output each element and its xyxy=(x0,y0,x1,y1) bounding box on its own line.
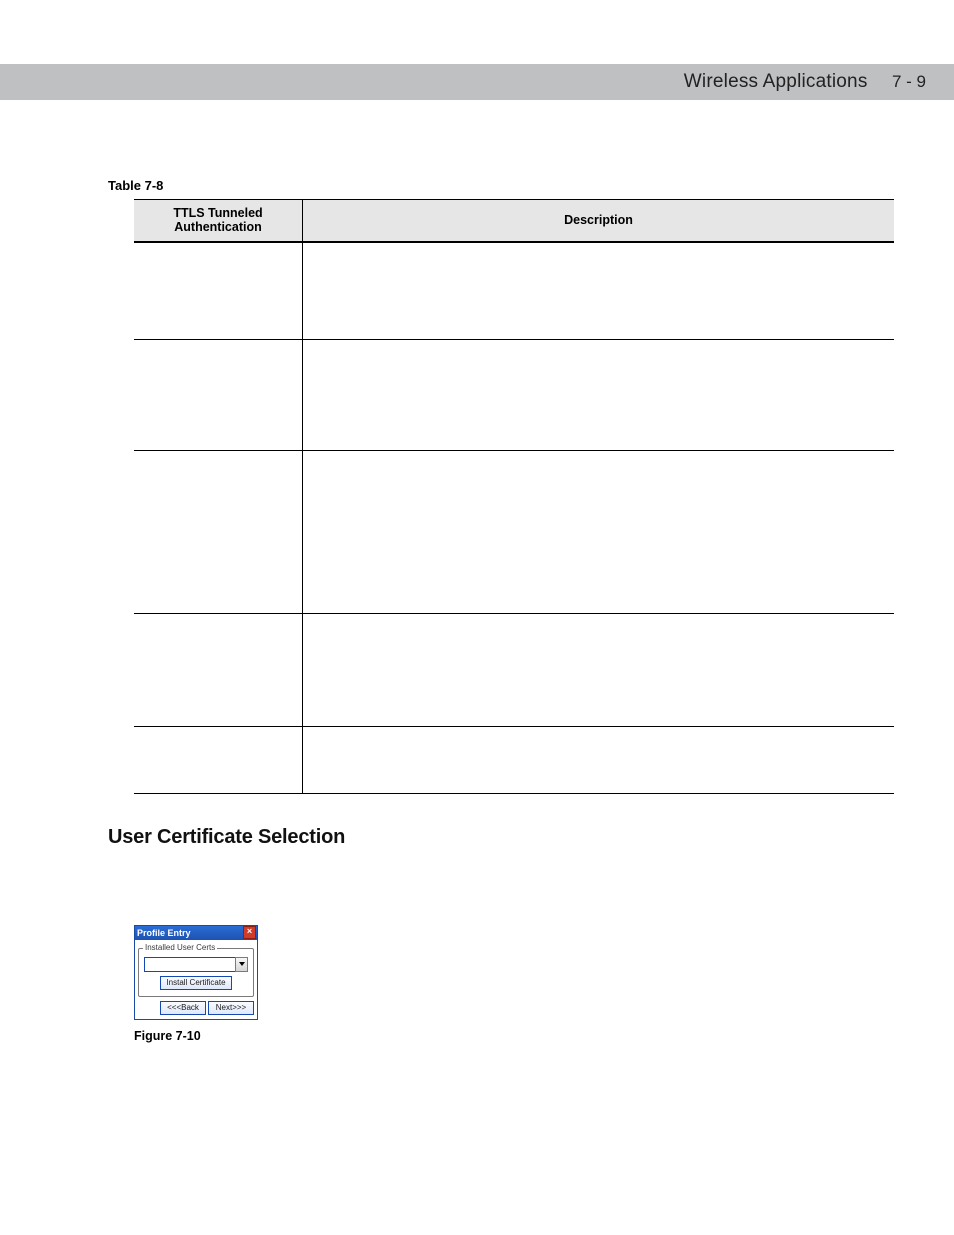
table-cell-auth xyxy=(134,613,303,726)
table-header-auth: TTLS Tunneled Authentication xyxy=(134,200,303,242)
table-row xyxy=(134,450,894,613)
next-button[interactable]: Next>>> xyxy=(208,1001,254,1015)
dialog-footer: <<<Back Next>>> xyxy=(135,1001,257,1019)
table-header-auth-line2: Authentication xyxy=(174,220,262,234)
table-cell-desc xyxy=(303,242,895,340)
table-row xyxy=(134,726,894,793)
dialog-title: Profile Entry xyxy=(137,928,191,938)
install-certificate-button[interactable]: Install Certificate xyxy=(160,976,231,990)
table-header-auth-line1: TTLS Tunneled xyxy=(173,206,262,220)
table-cell-desc xyxy=(303,726,895,793)
table-row xyxy=(134,339,894,450)
user-cert-combo[interactable] xyxy=(144,957,248,972)
user-cert-combo-text[interactable] xyxy=(144,957,235,972)
table-row xyxy=(134,613,894,726)
dialog-body: Installed User Certs Install Certificate xyxy=(135,940,257,1001)
dialog-titlebar: Profile Entry × xyxy=(135,926,257,940)
table-caption: Table 7-8 xyxy=(108,178,898,193)
page-content: Table 7-8 TTLS Tunneled Authentication D… xyxy=(0,100,954,1083)
table-cell-auth xyxy=(134,339,303,450)
dialog-figure: Profile Entry × Installed User Certs Ins… xyxy=(134,925,898,1043)
table-cell-desc xyxy=(303,450,895,613)
ttls-table: TTLS Tunneled Authentication Description xyxy=(134,199,894,794)
group-legend: Installed User Certs xyxy=(143,943,217,952)
figure-caption: Figure 7-10 xyxy=(134,1029,898,1043)
table-cell-auth xyxy=(134,450,303,613)
installed-user-certs-group: Installed User Certs Install Certificate xyxy=(138,948,254,997)
table-cell-auth xyxy=(134,242,303,340)
section-heading: User Certificate Selection xyxy=(108,826,898,849)
table-cell-auth xyxy=(134,726,303,793)
table-cell-desc xyxy=(303,613,895,726)
close-icon[interactable]: × xyxy=(243,926,256,939)
chevron-down-icon[interactable] xyxy=(235,957,248,972)
chapter-title: Wireless Applications xyxy=(684,71,868,92)
back-button[interactable]: <<<Back xyxy=(160,1001,206,1015)
profile-entry-dialog: Profile Entry × Installed User Certs Ins… xyxy=(134,925,258,1020)
page-header-title: Wireless Applications 7 - 9 xyxy=(684,71,926,93)
table-cell-desc xyxy=(303,339,895,450)
page-number: 7 - 9 xyxy=(892,72,926,91)
table-header-desc: Description xyxy=(303,200,895,242)
table-row xyxy=(134,242,894,340)
page-header-band: Wireless Applications 7 - 9 xyxy=(0,64,954,100)
